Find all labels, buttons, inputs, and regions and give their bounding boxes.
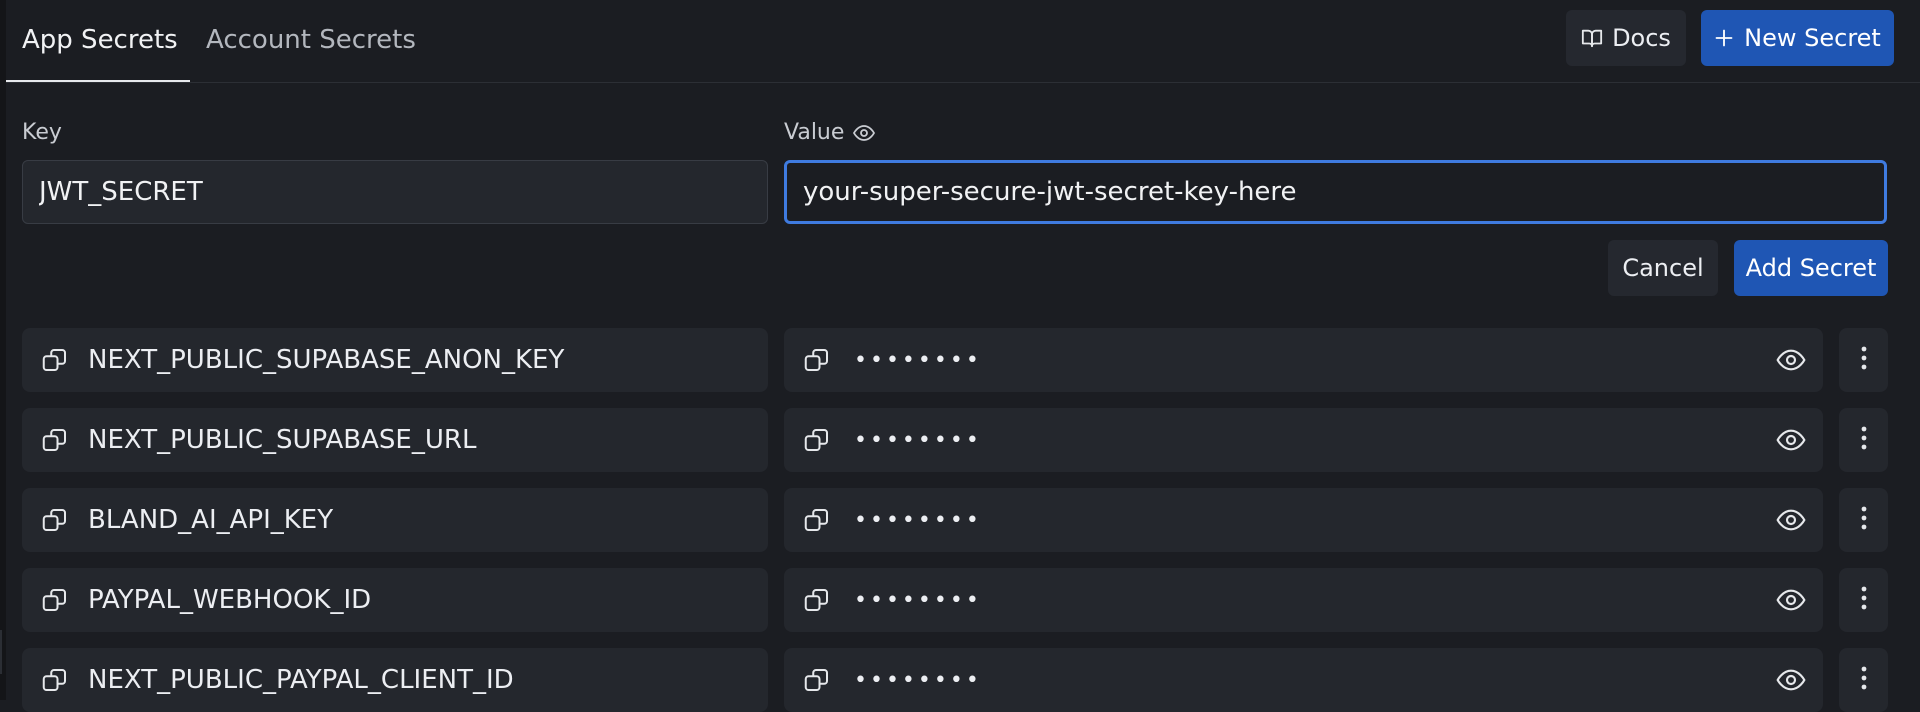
tab-account-secrets[interactable]: Account Secrets xyxy=(206,0,416,80)
secret-value-cell: •••••••• xyxy=(784,328,1823,392)
copy-icon[interactable] xyxy=(40,345,70,375)
copy-icon[interactable] xyxy=(40,505,70,535)
more-vertical-icon xyxy=(1860,425,1868,455)
eye-icon[interactable] xyxy=(1773,422,1809,458)
secret-value-cell: •••••••• xyxy=(784,648,1823,712)
masked-value: •••••••• xyxy=(854,507,982,533)
add-secret-label: Add Secret xyxy=(1745,254,1877,282)
secret-row: PAYPAL_WEBHOOK_ID •••••••• xyxy=(0,568,1920,632)
copy-icon[interactable] xyxy=(802,345,832,375)
secret-row: BLAND_AI_API_KEY •••••••• xyxy=(0,488,1920,552)
more-vertical-icon xyxy=(1860,585,1868,615)
eye-icon[interactable] xyxy=(1773,342,1809,378)
key-label-text: Key xyxy=(22,120,62,145)
key-input[interactable] xyxy=(22,160,768,224)
active-tab-indicator xyxy=(6,80,190,82)
secret-key-cell: NEXT_PUBLIC_PAYPAL_CLIENT_ID xyxy=(22,648,768,712)
secret-row: NEXT_PUBLIC_SUPABASE_URL •••••••• xyxy=(0,408,1920,472)
secret-key: PAYPAL_WEBHOOK_ID xyxy=(88,585,372,615)
secret-key: NEXT_PUBLIC_SUPABASE_URL xyxy=(88,425,477,455)
add-secret-button[interactable]: Add Secret xyxy=(1734,240,1888,296)
secret-key: NEXT_PUBLIC_SUPABASE_ANON_KEY xyxy=(88,345,565,375)
secret-row: NEXT_PUBLIC_PAYPAL_CLIENT_ID •••••••• xyxy=(0,648,1920,712)
more-vertical-icon xyxy=(1860,505,1868,535)
row-menu-button[interactable] xyxy=(1839,488,1888,552)
secret-key-cell: NEXT_PUBLIC_SUPABASE_ANON_KEY xyxy=(22,328,768,392)
row-menu-button[interactable] xyxy=(1839,408,1888,472)
secret-key-cell: NEXT_PUBLIC_SUPABASE_URL xyxy=(22,408,768,472)
new-secret-label: New Secret xyxy=(1744,24,1881,52)
more-vertical-icon xyxy=(1860,345,1868,375)
tab-label: App Secrets xyxy=(22,25,178,55)
row-menu-button[interactable] xyxy=(1839,648,1888,712)
row-menu-button[interactable] xyxy=(1839,328,1888,392)
masked-value: •••••••• xyxy=(854,587,982,613)
masked-value: •••••••• xyxy=(854,667,982,693)
key-label: Key xyxy=(22,120,62,145)
secret-key-cell: BLAND_AI_API_KEY xyxy=(22,488,768,552)
secret-value-cell: •••••••• xyxy=(784,488,1823,552)
more-vertical-icon xyxy=(1860,665,1868,695)
cancel-label: Cancel xyxy=(1622,254,1704,282)
row-menu-button[interactable] xyxy=(1839,568,1888,632)
copy-icon[interactable] xyxy=(802,425,832,455)
secret-key-cell: PAYPAL_WEBHOOK_ID xyxy=(22,568,768,632)
copy-icon[interactable] xyxy=(802,505,832,535)
masked-value: •••••••• xyxy=(854,427,982,453)
plus-icon xyxy=(1714,28,1734,48)
cancel-button[interactable]: Cancel xyxy=(1608,240,1718,296)
copy-icon[interactable] xyxy=(40,665,70,695)
copy-icon[interactable] xyxy=(40,585,70,615)
secret-value-cell: •••••••• xyxy=(784,568,1823,632)
tab-label: Account Secrets xyxy=(206,25,416,55)
new-secret-button[interactable]: New Secret xyxy=(1701,10,1894,66)
docs-button[interactable]: Docs xyxy=(1566,10,1686,66)
copy-icon[interactable] xyxy=(40,425,70,455)
docs-label: Docs xyxy=(1612,24,1671,52)
secret-key: NEXT_PUBLIC_PAYPAL_CLIENT_ID xyxy=(88,665,514,695)
masked-value: •••••••• xyxy=(854,347,982,373)
eye-icon[interactable] xyxy=(1773,502,1809,538)
value-label-text: Value xyxy=(784,120,845,145)
secret-key: BLAND_AI_API_KEY xyxy=(88,505,334,535)
eye-icon[interactable] xyxy=(1773,662,1809,698)
tab-app-secrets[interactable]: App Secrets xyxy=(22,0,178,80)
value-label: Value xyxy=(784,120,876,145)
value-input[interactable] xyxy=(784,160,1887,224)
secrets-header: App Secrets Account Secrets Docs New Sec… xyxy=(6,0,1920,83)
eye-icon[interactable] xyxy=(1773,582,1809,618)
secret-row: NEXT_PUBLIC_SUPABASE_ANON_KEY •••••••• xyxy=(0,328,1920,392)
book-open-icon xyxy=(1581,27,1603,49)
copy-icon[interactable] xyxy=(802,665,832,695)
eye-icon[interactable] xyxy=(852,121,876,145)
copy-icon[interactable] xyxy=(802,585,832,615)
secret-value-cell: •••••••• xyxy=(784,408,1823,472)
